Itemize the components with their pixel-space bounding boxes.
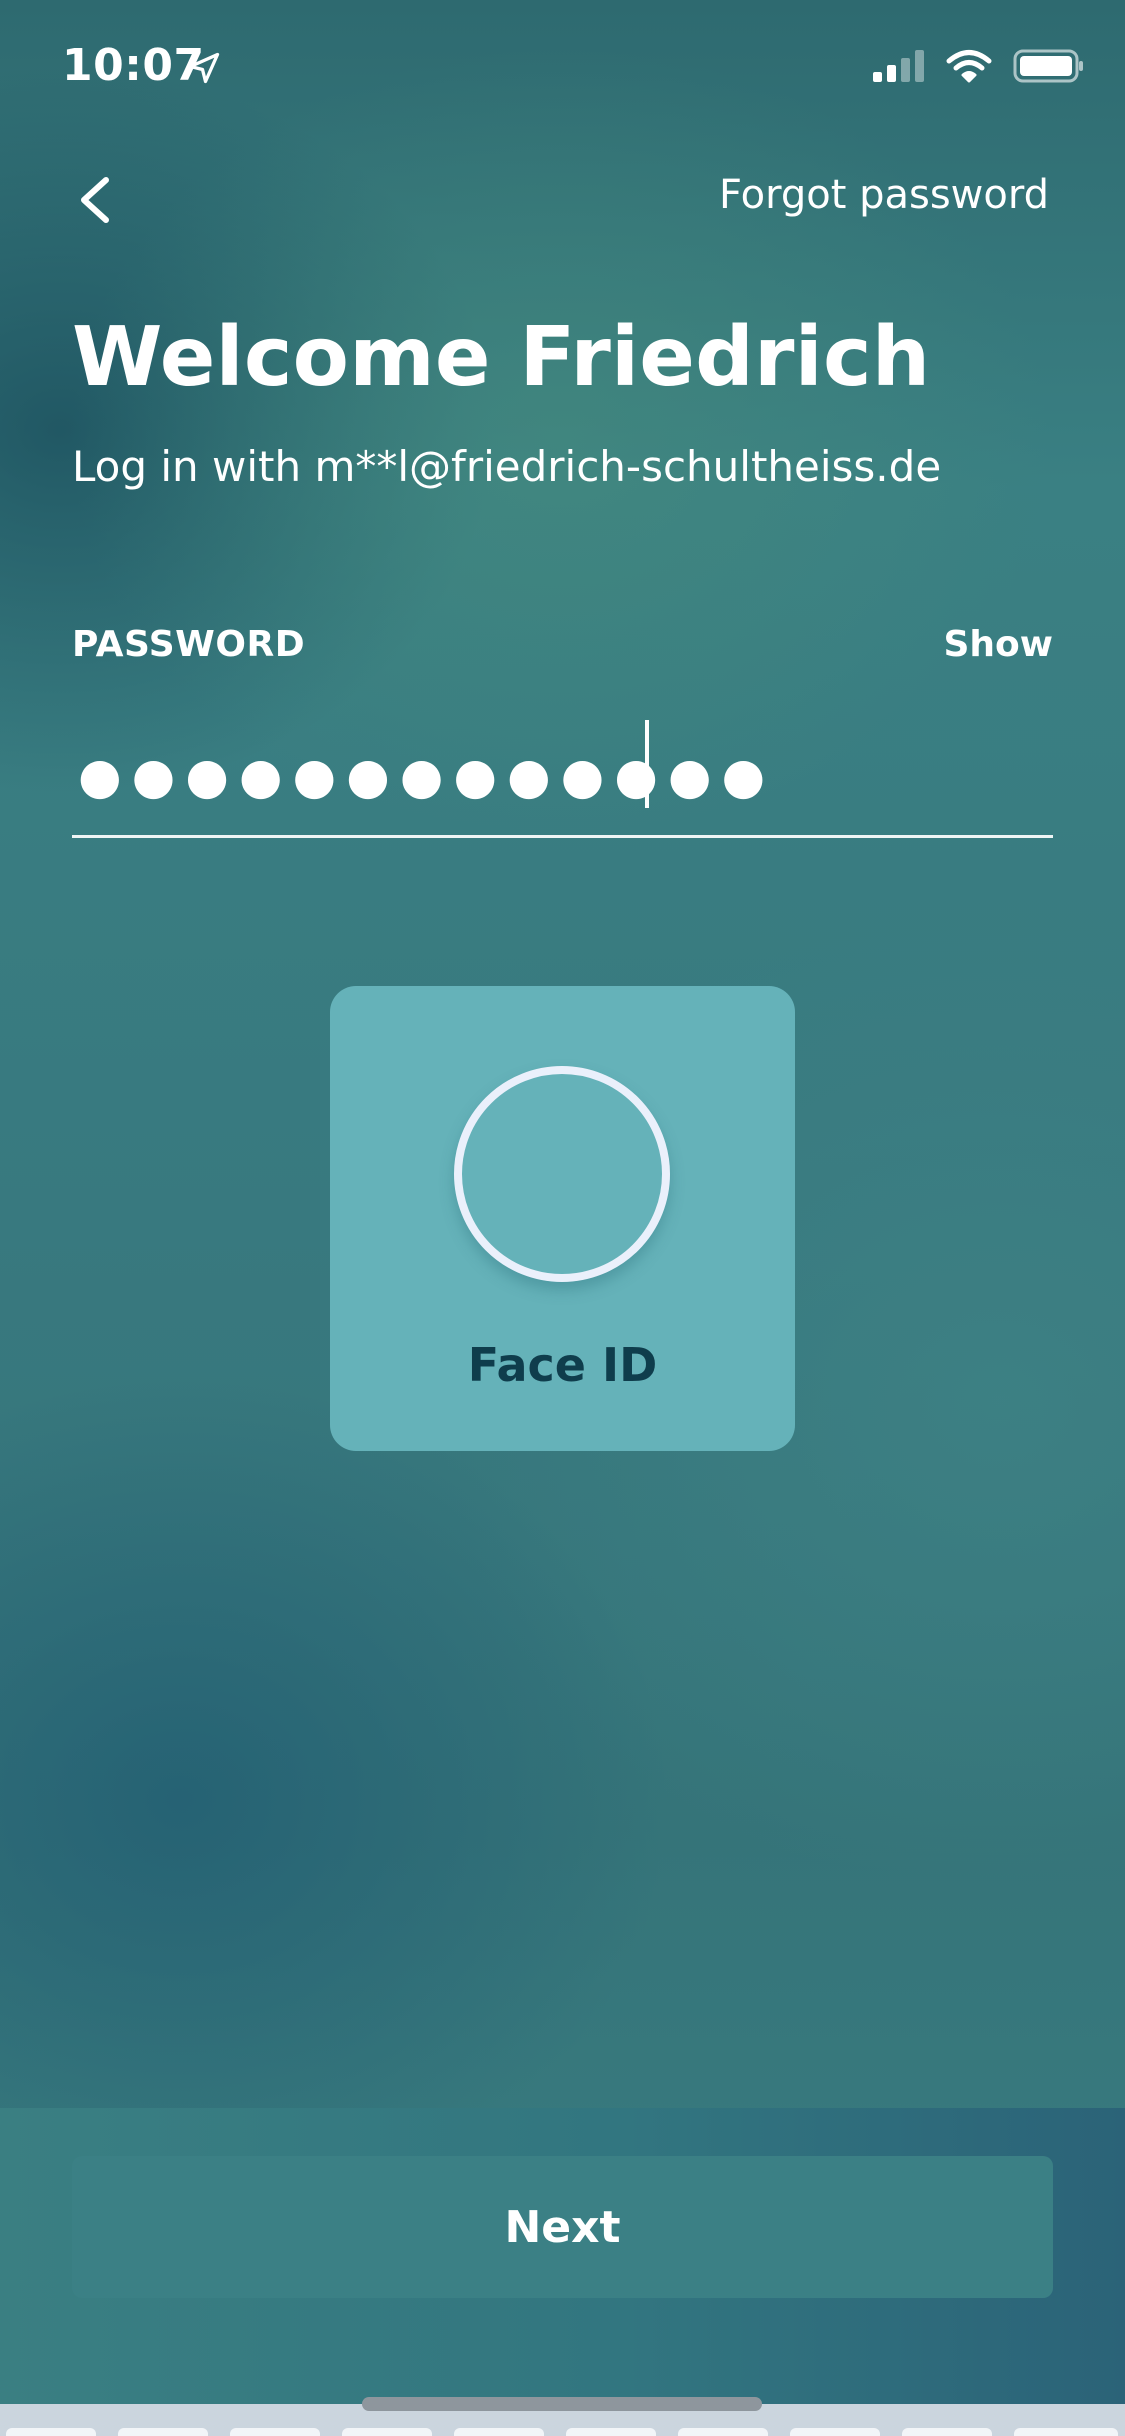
keyboard-key	[790, 2428, 880, 2436]
bottom-action-bar: Next	[0, 2108, 1125, 2404]
keyboard-key	[230, 2428, 320, 2436]
keyboard-key	[118, 2428, 208, 2436]
face-id-label: Face ID	[467, 1338, 658, 1392]
face-id-ring-icon	[454, 1066, 670, 1282]
back-chevron-icon[interactable]	[60, 160, 130, 240]
password-label: PASSWORD	[72, 624, 306, 665]
keyboard-key	[902, 2428, 992, 2436]
battery-icon	[1013, 49, 1083, 83]
password-input[interactable]: ●●●●●●●●●●●●●	[72, 700, 1053, 838]
page-title: Welcome Friedrich	[72, 310, 931, 405]
wifi-icon	[946, 50, 992, 83]
keyboard-key	[678, 2428, 768, 2436]
status-time: 10:07	[62, 40, 205, 91]
keyboard-key	[566, 2428, 656, 2436]
keyboard-key	[1014, 2428, 1118, 2436]
password-masked-value: ●●●●●●●●●●●●●	[78, 747, 776, 805]
location-arrow-icon	[188, 52, 220, 84]
cellular-signal-icon	[873, 50, 924, 82]
status-bar: 10:07	[0, 0, 1125, 132]
home-indicator[interactable]	[362, 2397, 762, 2411]
text-caret	[645, 720, 649, 808]
forgot-password-link[interactable]: Forgot password	[719, 172, 1049, 218]
login-screen: 10:07 Forgot password Welcome Friedrich …	[0, 0, 1125, 2436]
status-icons	[871, 48, 1085, 84]
keyboard-key	[342, 2428, 432, 2436]
keyboard-key	[454, 2428, 544, 2436]
next-button[interactable]: Next	[72, 2156, 1053, 2298]
login-email-subtitle: Log in with m**l@friedrich-schultheiss.d…	[72, 442, 942, 491]
keyboard-key	[6, 2428, 96, 2436]
face-id-prompt[interactable]: Face ID	[330, 986, 795, 1451]
show-password-button[interactable]: Show	[943, 624, 1053, 665]
